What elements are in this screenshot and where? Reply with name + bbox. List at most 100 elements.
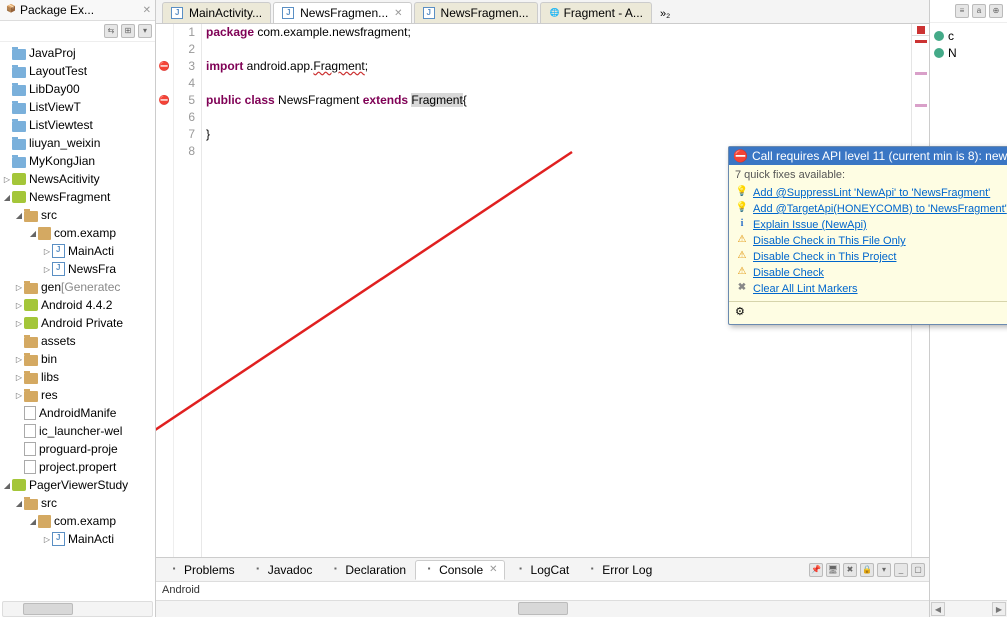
quickfix-link[interactable]: Clear All Lint Markers (753, 283, 858, 295)
quickfix-link[interactable]: Disable Check in This Project (753, 251, 896, 263)
quickfix-item[interactable]: iExplain Issue (NewApi) (735, 217, 1007, 233)
view-menu-icon[interactable]: ▾ (138, 24, 152, 38)
console-display-icon[interactable]: 🖥 (826, 563, 840, 577)
tree-item[interactable]: ListViewtest (0, 116, 155, 134)
tree-expander-icon[interactable]: ▷ (2, 175, 12, 184)
tree-item[interactable]: ▷Android Private (0, 314, 155, 332)
tree-item[interactable]: LayoutTest (0, 62, 155, 80)
outline-horizontal-scrollbar[interactable]: ◀ ▶ (930, 600, 1007, 617)
scroll-left-icon[interactable]: ◀ (931, 602, 945, 616)
quickfix-item[interactable]: 💡Add @TargetApi(HONEYCOMB) to 'NewsFragm… (735, 201, 1007, 217)
bottom-tab-console[interactable]: ▪Console✕ (415, 560, 504, 580)
code-line[interactable]: } (206, 126, 911, 143)
tree-item[interactable]: ▷libs (0, 368, 155, 386)
tree-item[interactable]: ◢PagerViewerStudy (0, 476, 155, 494)
popup-config-icon[interactable]: ⚙ (735, 305, 751, 321)
editor-tab[interactable]: 🌐Fragment - A... (540, 2, 652, 23)
outline-sort-icon[interactable]: a (972, 4, 986, 18)
code-line[interactable] (206, 41, 911, 58)
quickfix-item[interactable]: ✖Clear All Lint Markers (735, 281, 1007, 297)
tree-item[interactable]: ▷Android 4.4.2 (0, 296, 155, 314)
error-marker-icon[interactable]: ⛔ (156, 58, 173, 75)
code-line[interactable] (206, 109, 911, 126)
overview-error-mark[interactable] (915, 40, 927, 43)
more-tabs-button[interactable]: »₂ (654, 5, 676, 23)
bottom-tab-error-log[interactable]: ▪Error Log (578, 560, 659, 580)
tree-expander-icon[interactable]: ▷ (14, 301, 24, 310)
gutter[interactable]: ⛔⛔ (156, 24, 174, 600)
bottom-horizontal-scrollbar[interactable] (156, 600, 929, 617)
code-line[interactable]: import android.app.Fragment; (206, 58, 911, 75)
quickfix-item[interactable]: ⚠Disable Check in This Project (735, 249, 1007, 265)
tree-item[interactable]: ▷MainActi (0, 530, 155, 548)
tree-expander-icon[interactable]: ◢ (2, 481, 12, 490)
tree-expander-icon[interactable]: ◢ (14, 499, 24, 508)
outline-tool-icon[interactable]: ≡ (955, 4, 969, 18)
code-line[interactable] (206, 75, 911, 92)
tree-expander-icon[interactable]: ▷ (14, 355, 24, 364)
tree-horizontal-scrollbar[interactable] (2, 601, 153, 617)
bottom-tab-problems[interactable]: ▪Problems (160, 560, 242, 580)
quickfix-link[interactable]: Disable Check (753, 267, 824, 279)
console-scroll-lock-icon[interactable]: 🔒 (860, 563, 874, 577)
tree-expander-icon[interactable]: ▷ (42, 265, 52, 274)
outline-item[interactable]: N (934, 46, 1003, 60)
tree-item[interactable]: ◢NewsFragment (0, 188, 155, 206)
tree-expander-icon[interactable]: ▷ (14, 373, 24, 382)
tree-expander-icon[interactable]: ◢ (28, 229, 38, 238)
tree-item[interactable]: ▷bin (0, 350, 155, 368)
tree-item[interactable]: ▷gen [Generatec (0, 278, 155, 296)
tree-item[interactable]: LibDay00 (0, 80, 155, 98)
tree-expander-icon[interactable]: ▷ (14, 283, 24, 292)
code-line[interactable]: public class NewsFragment extends Fragme… (206, 92, 911, 109)
overview-warn-mark[interactable] (915, 72, 927, 75)
overview-warn-mark[interactable] (915, 104, 927, 107)
outline-filter-icon[interactable]: ⊕ (989, 4, 1003, 18)
tab-close-icon[interactable]: ✕ (394, 8, 402, 19)
outline-item[interactable]: c (934, 29, 1003, 43)
tree-expander-icon[interactable]: ▷ (14, 391, 24, 400)
console-open-icon[interactable]: ▾ (877, 563, 891, 577)
tree-expander-icon[interactable]: ◢ (14, 211, 24, 220)
tree-item[interactable]: ◢src (0, 494, 155, 512)
tree-item[interactable]: project.propert (0, 458, 155, 476)
bottom-tab-declaration[interactable]: ▪Declaration (321, 560, 413, 580)
editor-tab[interactable]: MainActivity... (162, 2, 271, 23)
editor-tab[interactable]: NewsFragmen... (414, 2, 538, 23)
error-marker-icon[interactable]: ⛔ (156, 92, 173, 109)
console-pin-icon[interactable]: 📌 (809, 563, 823, 577)
collapse-all-icon[interactable]: ⇆ (104, 24, 118, 38)
tree-expander-icon[interactable]: ▷ (14, 319, 24, 328)
tree-item[interactable]: ▷NewsAcitivity (0, 170, 155, 188)
quickfix-link[interactable]: Add @TargetApi(HONEYCOMB) to 'NewsFragme… (753, 203, 1007, 215)
tree-item[interactable]: ◢src (0, 206, 155, 224)
package-explorer-close-icon[interactable]: ✕ (143, 5, 151, 16)
quickfix-item[interactable]: 💡Add @SuppressLint 'NewApi' to 'NewsFrag… (735, 185, 1007, 201)
console-clear-icon[interactable]: ✖ (843, 563, 857, 577)
quickfix-link[interactable]: Disable Check in This File Only (753, 235, 906, 247)
scroll-right-icon[interactable]: ▶ (992, 602, 1006, 616)
console-min-icon[interactable]: _ (894, 563, 908, 577)
tree-item[interactable]: ▷MainActi (0, 242, 155, 260)
tree-item[interactable]: ▷res (0, 386, 155, 404)
tree-item[interactable]: MyKongJian (0, 152, 155, 170)
tree-expander-icon[interactable]: ◢ (28, 517, 38, 526)
editor-tab[interactable]: NewsFragmen...✕ (273, 2, 411, 23)
tree-item[interactable]: proguard-proje (0, 440, 155, 458)
bottom-tab-logcat[interactable]: ▪LogCat (507, 560, 577, 580)
tree-item[interactable]: ◢com.examp (0, 512, 155, 530)
project-tree[interactable]: JavaProjLayoutTestLibDay00ListViewTListV… (0, 42, 155, 617)
tab-close-icon[interactable]: ✕ (489, 564, 497, 575)
tree-item[interactable]: ▷NewsFra (0, 260, 155, 278)
code-line[interactable]: package com.example.newsfragment; (206, 24, 911, 41)
tree-item[interactable]: ic_launcher-wel (0, 422, 155, 440)
tree-item[interactable]: ListViewT (0, 98, 155, 116)
tree-expander-icon[interactable]: ▷ (42, 247, 52, 256)
tree-item[interactable]: liuyan_weixin (0, 134, 155, 152)
quickfix-item[interactable]: ⚠Disable Check (735, 265, 1007, 281)
quickfix-link[interactable]: Explain Issue (NewApi) (753, 219, 867, 231)
tree-expander-icon[interactable]: ▷ (42, 535, 52, 544)
bottom-tab-javadoc[interactable]: ▪Javadoc (244, 560, 320, 580)
tree-item[interactable]: AndroidManife (0, 404, 155, 422)
error-summary-icon[interactable] (917, 26, 925, 34)
